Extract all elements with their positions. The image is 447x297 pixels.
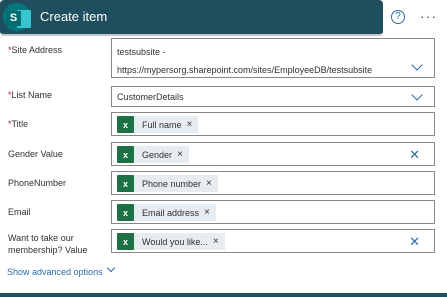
token-label: Email address	[142, 207, 200, 218]
token-label: Full name	[142, 119, 182, 130]
membership-label: Want to take our membership? Value	[8, 232, 87, 256]
list-name-label-text: List Name	[11, 90, 53, 100]
token-label: Gender	[142, 149, 173, 160]
remove-token-icon[interactable]: ×	[204, 207, 210, 218]
phone-label: PhoneNumber	[8, 178, 67, 188]
title-label: *Title	[8, 118, 28, 130]
remove-token-icon[interactable]: ×	[206, 178, 212, 189]
gender-label: Gender Value	[8, 149, 63, 159]
email-field[interactable]: x Email address ×	[111, 200, 435, 224]
email-label: Email	[8, 207, 31, 217]
list-name-label: *List Name	[8, 89, 52, 101]
remove-token-icon[interactable]: ×	[177, 149, 183, 160]
phone-number-token[interactable]: x Phone number ×	[117, 175, 218, 192]
help-circle-icon[interactable]: ?	[391, 10, 405, 24]
remove-token-icon[interactable]: ×	[213, 236, 219, 247]
list-name-value: CustomerDetails	[117, 92, 184, 102]
bottom-bar	[0, 293, 447, 297]
list-name-dropdown[interactable]: CustomerDetails	[111, 86, 435, 107]
site-address-label: *Site Address	[8, 44, 62, 56]
remove-token-icon[interactable]: ×	[187, 119, 193, 130]
site-address-value-line1: testsubsite -	[117, 47, 166, 57]
site-address-dropdown[interactable]: testsubsite - https://mypersorg.sharepoi…	[111, 38, 435, 78]
more-options-icon[interactable]: ···	[420, 8, 437, 24]
action-title[interactable]: Create item	[40, 9, 107, 24]
gender-field[interactable]: x Gender × ✕	[111, 142, 435, 166]
action-header[interactable]: S Create item	[0, 0, 383, 36]
full-name-token[interactable]: x Full name ×	[117, 116, 199, 133]
token-label: Would you like...	[142, 236, 208, 247]
membership-label-line1: Want to take our	[8, 233, 74, 243]
excel-icon: x	[117, 175, 134, 192]
chevron-down-icon[interactable]	[106, 263, 116, 273]
chevron-down-icon[interactable]	[411, 89, 423, 101]
site-address-value-line2: https://mypersorg.sharepoint.com/sites/E…	[117, 65, 373, 75]
membership-token[interactable]: x Would you like... ×	[117, 233, 225, 250]
gender-token[interactable]: x Gender ×	[117, 146, 189, 163]
logo-letter: S	[6, 11, 21, 26]
title-label-text: Title	[11, 119, 29, 129]
phone-field[interactable]: x Phone number ×	[111, 171, 435, 195]
clear-icon[interactable]: ✕	[409, 235, 420, 248]
membership-field[interactable]: x Would you like... × ✕	[111, 229, 435, 253]
title-field[interactable]: x Full name ×	[111, 112, 435, 136]
excel-icon: x	[117, 116, 134, 133]
email-address-token[interactable]: x Email address ×	[117, 204, 216, 221]
excel-icon: x	[117, 146, 134, 163]
site-address-label-text: Site Address	[11, 45, 63, 55]
membership-label-line2: membership? Value	[8, 245, 88, 255]
show-advanced-options-link[interactable]: Show advanced options	[7, 267, 103, 277]
excel-icon: x	[117, 233, 134, 250]
clear-icon[interactable]: ✕	[409, 148, 420, 161]
token-label: Phone number	[142, 178, 202, 189]
excel-icon: x	[117, 204, 134, 221]
sharepoint-logo-icon: S	[3, 3, 31, 31]
chevron-down-icon[interactable]	[411, 59, 423, 71]
